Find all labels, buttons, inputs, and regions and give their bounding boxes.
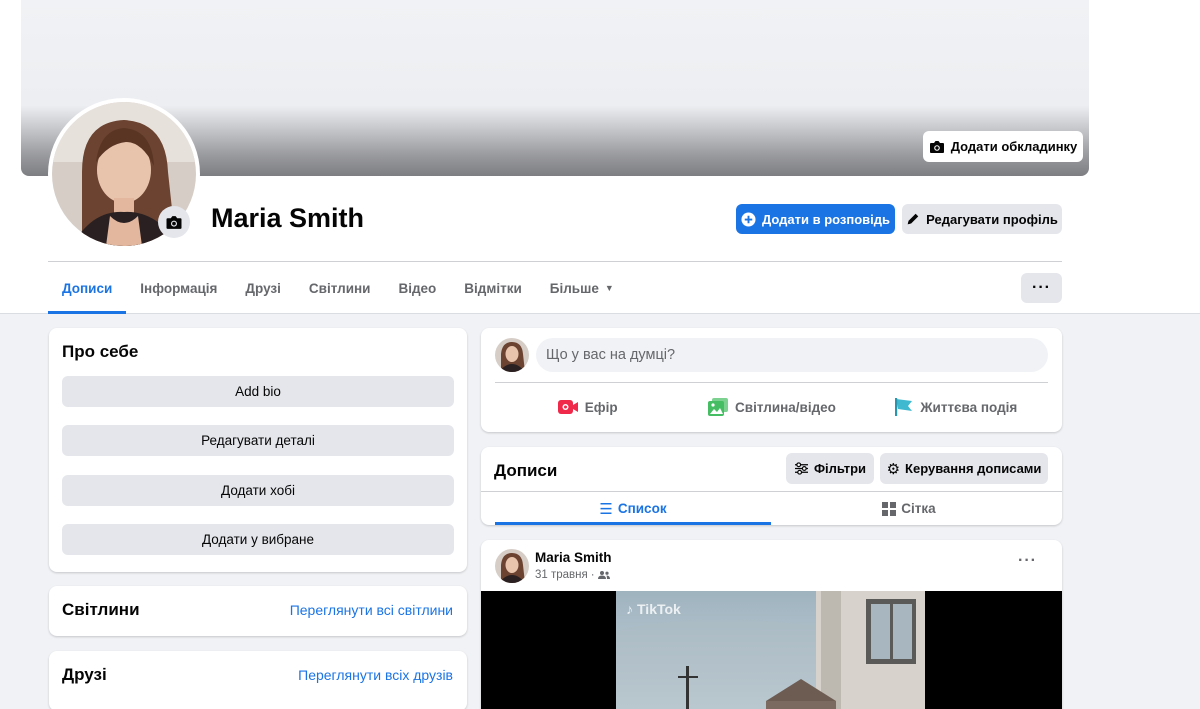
filters-label: Фільтри [813,461,867,476]
live-video-button[interactable]: Ефір [495,390,679,424]
tab-more[interactable]: Більше ▼ [536,262,628,314]
grid-icon [882,501,897,516]
about-title: Про себе [62,342,139,361]
profile-header: Додати обкладинку Maria Smith Додати в р… [0,0,1200,314]
tab-label: Світлини [308,280,371,296]
add-cover-label: Додати обкладинку [950,139,1078,154]
tiktok-label: TikTok [637,601,681,617]
add-cover-button[interactable]: Додати обкладинку [923,131,1083,162]
post-card: Maria Smith 31 травня · ··· ♪ TikTok [481,540,1062,709]
pencil-icon [907,213,919,225]
posts-header-card: Дописи Фільтри ⚙ Керування дописами ☰ Сп… [481,447,1062,525]
friends-card: Друзі Переглянути всіх друзів [49,651,467,709]
add-featured-button[interactable]: Додати у вибране [62,524,454,555]
gear-icon: ⚙ [886,460,901,478]
profile-name: Maria Smith [211,203,365,233]
post-date[interactable]: 31 травня [535,569,588,581]
tab-friends[interactable]: Друзі [231,262,294,314]
tab-videos[interactable]: Відео [384,262,450,314]
tab-tags[interactable]: Відмітки [450,262,535,314]
manage-posts-button[interactable]: ⚙ Керування дописами [880,453,1048,484]
filters-button[interactable]: Фільтри [786,453,874,484]
avatar[interactable] [495,549,529,583]
composer-divider [495,382,1048,383]
add-hobbies-button[interactable]: Додати хобі [62,475,454,506]
dots-icon: ··· [1032,279,1051,296]
grid-view-label: Сітка [901,501,936,516]
plus-circle-icon [741,211,756,227]
tab-label: Відео [398,280,437,296]
profile-tabs: Дописи Інформація Друзі Світлини Відео В… [48,262,628,314]
edit-details-button[interactable]: Редагувати деталі [62,425,454,456]
grid-view-tab[interactable]: Сітка [771,492,1047,525]
more-options-button[interactable]: ··· [1021,273,1062,303]
caret-down-icon: ▼ [604,283,614,293]
photo-icon [708,398,729,416]
edit-profile-label: Редагувати профіль [926,211,1058,227]
add-story-button[interactable]: Додати в розповідь [736,204,895,234]
list-view-tab[interactable]: ☰ Список [495,492,771,525]
tab-label: Друзі [245,280,281,296]
post-meta: 31 травня · [535,569,610,581]
post-options-button[interactable]: ··· [1018,552,1037,570]
photo-video-button[interactable]: Світлина/відео [679,390,863,424]
sliders-icon [794,462,808,475]
photos-card: Світлини Переглянути всі світлини [49,586,467,636]
live-label: Ефір [584,399,618,415]
update-avatar-button[interactable] [158,206,190,238]
see-all-photos-link[interactable]: Переглянути всі світлини [290,602,453,618]
tab-photos[interactable]: Світлини [295,262,385,314]
tiktok-icon: ♪ [626,601,633,617]
manage-posts-label: Керування дописами [905,461,1042,476]
friends-audience-icon[interactable] [597,570,610,580]
tiktok-watermark: ♪ TikTok [626,601,681,617]
whats-on-your-mind-input[interactable]: Що у вас на думці? [536,338,1048,372]
life-event-button[interactable]: Життєва подія [864,390,1048,424]
photo-video-label: Світлина/відео [735,399,836,415]
tab-about[interactable]: Інформація [126,262,231,314]
see-all-friends-link[interactable]: Переглянути всіх друзів [298,667,453,683]
post-author[interactable]: Maria Smith [535,550,612,565]
about-card: Про себе Add bio Редагувати деталі Додат… [49,328,467,572]
separator-dot: · [590,569,595,581]
tab-label: Більше [549,280,599,296]
avatar[interactable] [495,338,529,372]
video-frame: ♪ TikTok [616,591,925,709]
flag-icon [895,398,913,416]
composer-actions: Ефір Світлина/відео Життєва подія [495,390,1048,424]
list-view-label: Список [617,501,667,516]
dots-icon: ··· [1018,552,1037,569]
post-composer: Що у вас на думці? Ефір Світлина/відео Ж… [481,328,1062,432]
posts-title: Дописи [494,461,558,480]
life-event-label: Життєва подія [920,399,1018,415]
friends-title: Друзі [62,665,107,684]
tab-label: Інформація [140,280,218,296]
edit-profile-button[interactable]: Редагувати профіль [902,204,1062,234]
tab-posts[interactable]: Дописи [48,262,127,314]
camera-icon [166,215,182,229]
add-bio-button[interactable]: Add bio [62,376,454,407]
photos-title: Світлини [62,600,140,619]
post-video[interactable]: ♪ TikTok [481,591,1062,709]
tab-label: Дописи [62,280,113,296]
camera-icon [929,140,944,153]
list-icon: ☰ [599,500,613,518]
live-video-icon [557,400,578,414]
add-story-label: Додати в розповідь [761,211,891,227]
tab-label: Відмітки [464,280,522,296]
